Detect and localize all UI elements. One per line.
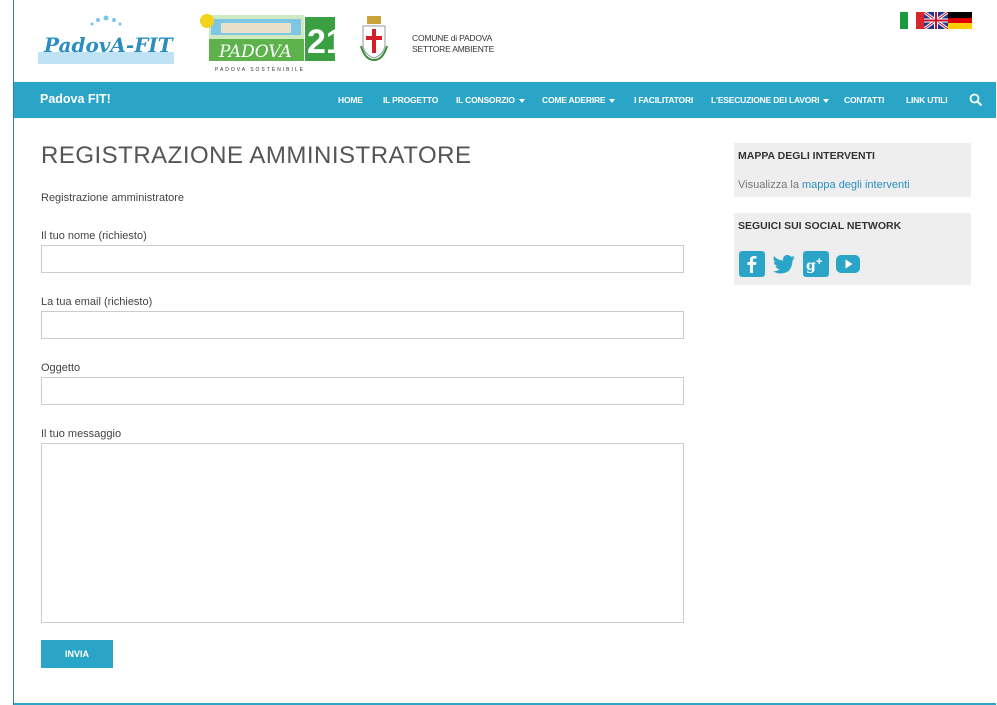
comune-label: COMUNE di PADOVA SETTORE AMBIENTE bbox=[412, 33, 494, 55]
facebook-icon[interactable] bbox=[739, 251, 765, 277]
page-title: REGISTRAZIONE AMMINISTRATORE bbox=[41, 142, 472, 169]
google-plus-icon[interactable]: g + bbox=[803, 251, 829, 277]
padova-21-logo[interactable]: 21 PADOVA PADOVA SOSTENIBILE bbox=[199, 13, 345, 75]
chevron-down-icon bbox=[823, 98, 830, 103]
nav-item-home[interactable]: HOME bbox=[338, 95, 363, 105]
main-navbar: Padova FIT! HOME IL PROGETTO IL CONSORZI… bbox=[14, 82, 996, 118]
name-field[interactable] bbox=[41, 245, 684, 273]
nav-item-progetto[interactable]: IL PROGETTO bbox=[383, 95, 438, 105]
youtube-icon[interactable] bbox=[835, 251, 861, 277]
chevron-down-icon bbox=[518, 98, 525, 103]
logo-21-sub: PADOVA SOSTENIBILE bbox=[215, 67, 305, 73]
nav-item-contatti[interactable]: CONTATTI bbox=[844, 95, 884, 105]
uk-flag-icon[interactable] bbox=[924, 12, 948, 29]
italian-flag-icon[interactable] bbox=[900, 12, 924, 29]
email-field[interactable] bbox=[41, 311, 684, 339]
social-icons: g + bbox=[739, 251, 861, 277]
comune-line-2: SETTORE AMBIENTE bbox=[412, 44, 495, 54]
map-widget-title: MAPPA DEGLI INTERVENTI bbox=[738, 150, 875, 162]
chevron-down-icon bbox=[609, 98, 616, 103]
social-widget-title: SEGUICI SUI SOCIAL NETWORK bbox=[738, 220, 902, 232]
padova-fit-logo[interactable]: PadovA-FIT bbox=[38, 14, 175, 68]
padova-crest-icon bbox=[359, 16, 389, 62]
message-label: Il tuo messaggio bbox=[41, 428, 122, 440]
subject-label: Oggetto bbox=[41, 362, 81, 374]
twitter-icon[interactable] bbox=[771, 251, 797, 277]
map-widget-text: Visualizza la mappa degli interventi bbox=[738, 179, 910, 191]
subject-field[interactable] bbox=[41, 377, 684, 405]
svg-text:+: + bbox=[816, 256, 822, 268]
nav-item-aderire[interactable]: COME ADERIRE bbox=[542, 95, 616, 105]
nav-item-facilitatori[interactable]: I FACILITATORI bbox=[634, 95, 693, 105]
map-widget: MAPPA DEGLI INTERVENTI Visualizza la map… bbox=[734, 143, 971, 197]
name-label: Il tuo nome (richiesto) bbox=[41, 230, 147, 242]
search-icon[interactable] bbox=[969, 93, 983, 107]
social-widget: SEGUICI SUI SOCIAL NETWORK g + bbox=[734, 213, 971, 285]
nav-menu: HOME IL PROGETTO IL CONSORZIO COME ADERI… bbox=[14, 82, 996, 118]
svg-text:g: g bbox=[806, 258, 816, 274]
comune-line-1: COMUNE di PADOVA bbox=[412, 33, 493, 43]
nav-item-link-utili[interactable]: LINK UTILI bbox=[906, 95, 948, 105]
logo-21-text: PADOVA bbox=[218, 42, 292, 62]
logo-21-number: 21 bbox=[307, 23, 339, 61]
nav-item-consorzio[interactable]: IL CONSORZIO bbox=[456, 95, 525, 105]
logo-fit-text: PadovA-FIT bbox=[43, 33, 174, 57]
map-link[interactable]: mappa degli interventi bbox=[802, 179, 910, 191]
site-header: PadovA-FIT 21 PADOVA PADOVA SOSTENIBILE … bbox=[14, 0, 996, 78]
page-subtitle: Registrazione amministratore bbox=[41, 192, 185, 204]
nav-item-esecuzione[interactable]: L'ESECUZIONE DEI LAVORI bbox=[711, 95, 830, 105]
email-label: La tua email (richiesto) bbox=[41, 296, 153, 308]
language-flags bbox=[900, 12, 972, 30]
message-textarea[interactable] bbox=[41, 443, 684, 623]
submit-button[interactable]: INVIA bbox=[41, 640, 113, 668]
german-flag-icon[interactable] bbox=[948, 12, 972, 30]
